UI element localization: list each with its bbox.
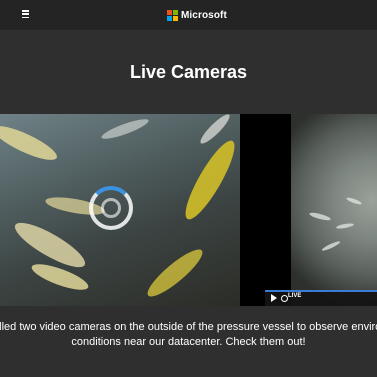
hamburger-icon[interactable] — [22, 10, 29, 18]
top-nav: Microsoft — [0, 0, 377, 30]
progress-bar[interactable] — [265, 290, 377, 292]
play-icon[interactable] — [271, 294, 277, 302]
video-divider — [240, 114, 291, 306]
camera-strip: LIVE — [0, 114, 377, 306]
loading-spinner-icon — [89, 186, 133, 230]
caption-line-1: We installed two video cameras on the ou… — [0, 321, 377, 333]
fish-shape — [321, 239, 341, 253]
live-icon — [281, 295, 288, 302]
microsoft-brand[interactable]: Microsoft — [167, 7, 227, 23]
fish-shape — [345, 196, 363, 206]
fish-shape — [0, 120, 61, 166]
camera-feed-2[interactable] — [291, 114, 377, 306]
caption-line-2: conditions near our datacenter. Check th… — [71, 336, 306, 348]
fish-shape — [99, 115, 151, 143]
brand-name: Microsoft — [181, 9, 227, 21]
fish-shape — [142, 243, 208, 303]
player-controls: LIVE — [265, 290, 377, 306]
camera-feed-1[interactable] — [0, 114, 240, 306]
fish-shape — [335, 222, 355, 230]
page-title: Live Cameras — [129, 62, 248, 82]
live-label: LIVE — [288, 293, 302, 299]
page: Microsoft Live Cameras LIVE led two vide… — [0, 0, 377, 377]
fish-shape — [308, 211, 332, 222]
fish-shape — [177, 135, 240, 225]
caption: We installed two video cameras on the ou… — [0, 318, 377, 354]
microsoft-logo-icon — [167, 9, 178, 21]
